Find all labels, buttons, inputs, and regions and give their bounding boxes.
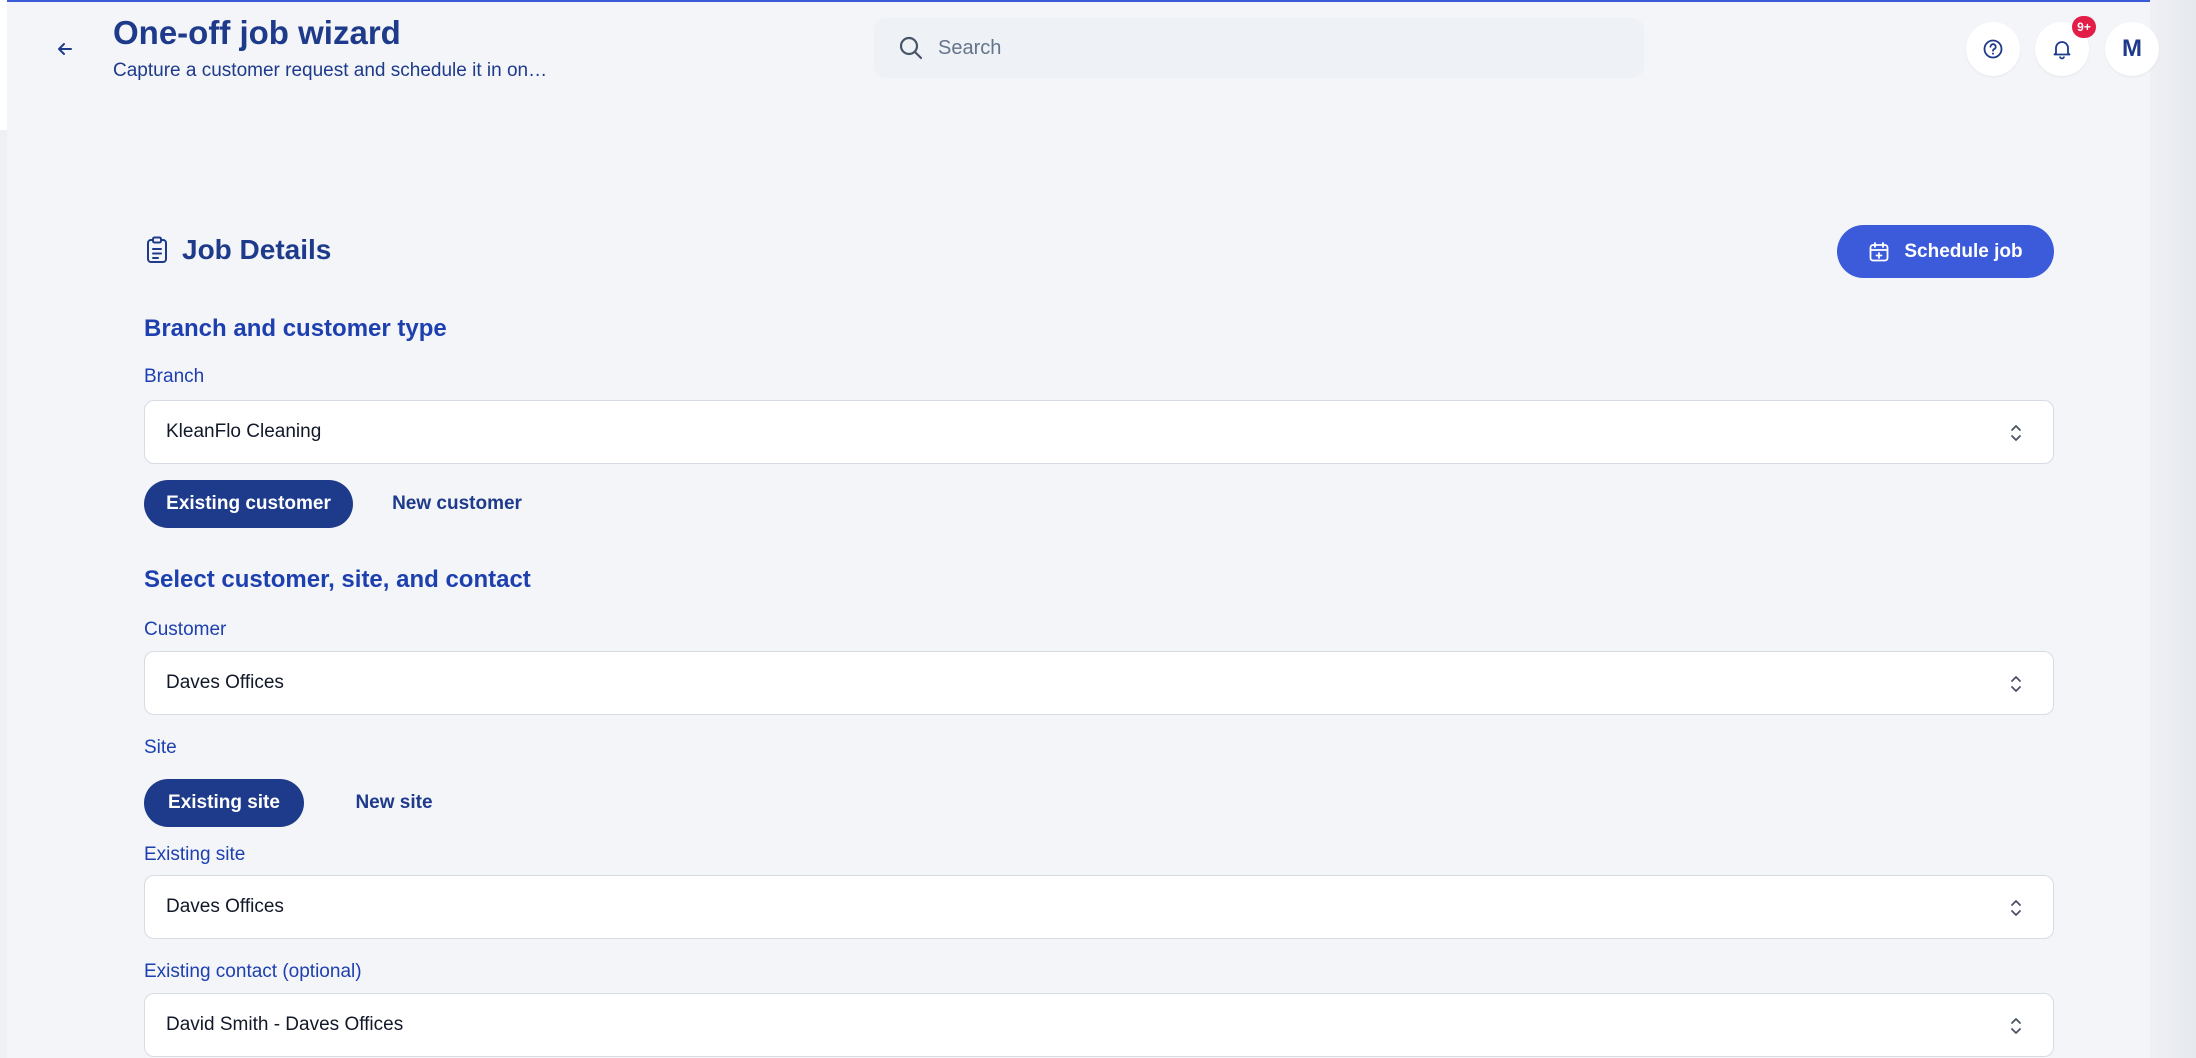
schedule-job-label: Schedule job xyxy=(1904,240,2023,262)
existing-customer-toggle[interactable]: Existing customer xyxy=(144,480,353,528)
job-details-title: Job Details xyxy=(144,234,331,266)
search-bar[interactable] xyxy=(874,18,1644,78)
search-input[interactable] xyxy=(938,36,1538,60)
branch-value: KleanFlo Cleaning xyxy=(166,421,322,442)
left-edge xyxy=(0,0,7,1058)
new-customer-toggle[interactable]: New customer xyxy=(370,480,544,528)
page-subtitle: Capture a customer request and schedule … xyxy=(113,60,548,81)
right-edge xyxy=(2150,0,2196,1058)
branch-select[interactable]: KleanFlo Cleaning xyxy=(144,400,2054,464)
page-title: One-off job wizard xyxy=(113,14,401,51)
arrow-left-icon xyxy=(58,43,72,55)
chevron-updown-icon xyxy=(2011,1018,2021,1034)
existing-contact-label: Existing contact (optional) xyxy=(144,961,362,982)
avatar[interactable]: M xyxy=(2105,22,2159,76)
existing-site-toggle[interactable]: Existing site xyxy=(144,779,304,827)
branch-section-heading: Branch and customer type xyxy=(144,315,447,342)
search-icon xyxy=(899,36,923,60)
left-edge-top xyxy=(0,0,7,130)
help-button[interactable] xyxy=(1966,22,2020,76)
existing-contact-select[interactable]: David Smith - Daves Offices xyxy=(144,993,2054,1057)
existing-site-label: Existing site xyxy=(144,844,246,865)
clipboard-icon xyxy=(147,236,167,263)
customer-value: Daves Offices xyxy=(166,672,284,693)
job-details-heading: Job Details xyxy=(182,234,332,265)
calendar-plus-icon xyxy=(1869,241,1889,261)
chevron-updown-icon xyxy=(2011,900,2021,916)
chevron-updown-icon xyxy=(2011,676,2021,692)
existing-contact-value: David Smith - Daves Offices xyxy=(166,1014,404,1035)
back-button[interactable] xyxy=(50,34,80,64)
customer-label: Customer xyxy=(144,619,227,640)
branch-label: Branch xyxy=(144,366,205,387)
notification-badge: 9+ xyxy=(2072,16,2096,38)
existing-site-value: Daves Offices xyxy=(166,896,284,917)
new-site-toggle[interactable]: New site xyxy=(324,779,464,827)
existing-site-select[interactable]: Daves Offices xyxy=(144,875,2054,939)
site-label: Site xyxy=(144,737,177,758)
customer-section-heading: Select customer, site, and contact xyxy=(144,566,531,593)
schedule-job-button[interactable]: Schedule job xyxy=(1837,225,2054,278)
chevron-updown-icon xyxy=(2011,425,2021,441)
help-icon xyxy=(1983,39,2003,59)
bell-icon xyxy=(2053,41,2071,60)
customer-select[interactable]: Daves Offices xyxy=(144,651,2054,715)
